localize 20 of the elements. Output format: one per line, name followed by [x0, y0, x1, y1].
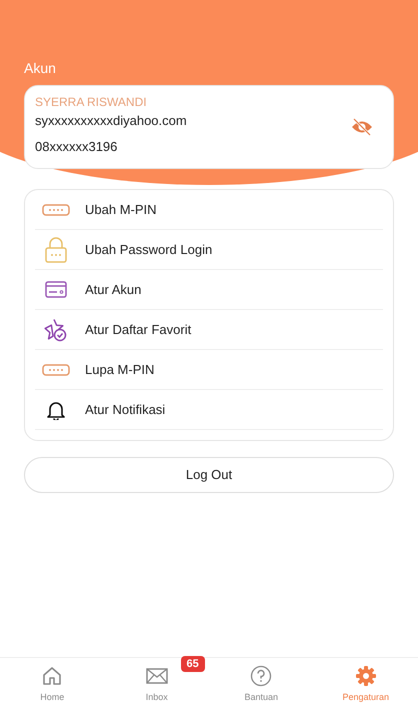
menu-item[interactable]: Atur Notifikasi	[35, 390, 383, 430]
menu-item[interactable]: Ubah M-PIN	[35, 190, 383, 230]
nav-tab[interactable]: Bantuan	[209, 658, 314, 712]
menu-label: Atur Notifikasi	[85, 400, 166, 419]
menu-label: Ubah M-PIN	[85, 200, 157, 219]
menu-label: Atur Daftar Favorit	[85, 320, 192, 339]
menu-item[interactable]: Lupa M-PIN	[35, 350, 383, 390]
page-title: Akun	[24, 59, 57, 78]
nav-tab[interactable]: Inbox 65	[104, 658, 209, 712]
menu-label: Lupa M-PIN	[85, 360, 154, 379]
menu-item[interactable]: Atur Akun	[35, 270, 383, 310]
logout-button[interactable]: Log Out	[24, 457, 394, 493]
menu-item[interactable]: Atur Daftar Favorit	[35, 310, 383, 350]
profile-email: syxxxxxxxxxxdiyahoo.com	[35, 112, 187, 130]
profile-phone: 08xxxxxx3196	[35, 138, 118, 156]
menu-item[interactable]: Ubah Password Login	[35, 230, 383, 270]
menu-label: Ubah Password Login	[85, 240, 212, 259]
menu-label: Atur Akun	[85, 280, 142, 299]
unread-count-badge: 65	[180, 656, 205, 672]
profile-name: SYERRA RISWANDI	[35, 94, 148, 110]
